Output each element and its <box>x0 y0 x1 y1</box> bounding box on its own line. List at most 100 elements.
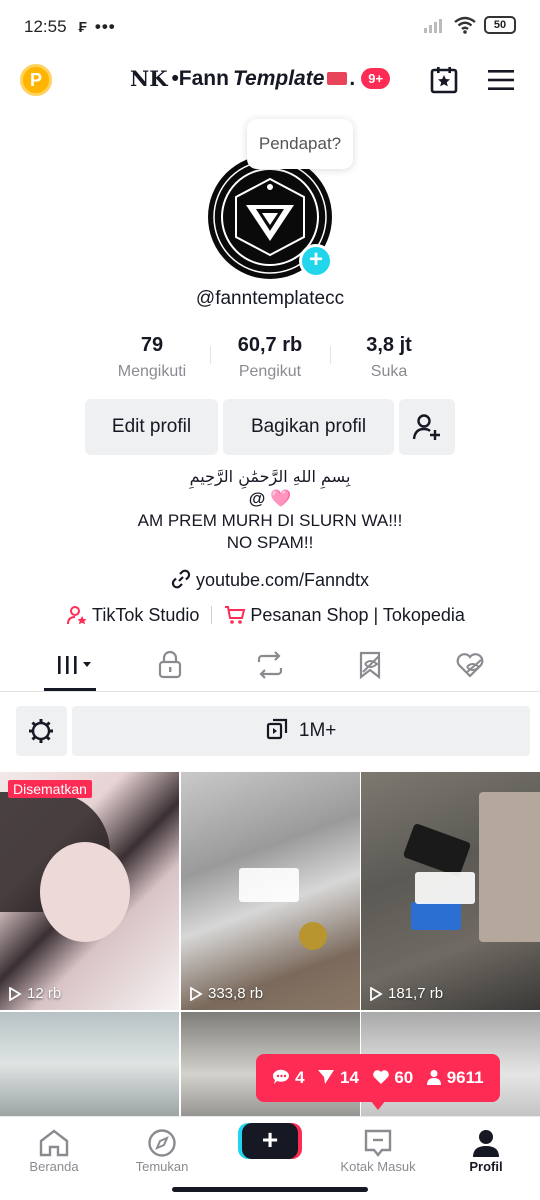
coin-icon[interactable]: P <box>20 64 52 96</box>
tab-reposts[interactable] <box>255 650 285 680</box>
account-badge: 9+ <box>361 68 391 89</box>
status-time: 12:55 <box>24 17 67 36</box>
followers-label: Pengikut <box>238 363 302 380</box>
heart-icon <box>372 1070 389 1084</box>
bio-line: بِسمِ اللهِ الرَّحمَٰنِ الرَّحِيمِ <box>189 467 351 486</box>
profile-link[interactable]: youtube.com/Fanndtx <box>0 569 540 591</box>
play-icon <box>190 986 203 1001</box>
watermark-logo <box>239 868 299 902</box>
likes-label: Suka <box>370 363 408 380</box>
play-icon <box>9 986 22 1001</box>
video-count: 1M+ <box>298 720 337 741</box>
tab-liked[interactable] <box>455 650 485 680</box>
tab-videos[interactable] <box>55 650 95 680</box>
notification-pointer <box>370 1100 386 1110</box>
watermark-logo <box>415 872 475 904</box>
bio-line: @ 🩷 <box>248 489 292 508</box>
tab-private[interactable] <box>155 650 185 680</box>
create-button[interactable]: + <box>242 1123 298 1159</box>
menu-icon[interactable] <box>488 69 514 91</box>
home-indicator[interactable] <box>172 1187 368 1192</box>
bio: بِسمِ اللهِ الرَّحمَٰنِ الرَّحِيمِ @ 🩷 A… <box>0 466 540 554</box>
play-icon <box>370 986 383 1001</box>
following-stat[interactable]: 79 Mengikuti <box>92 334 212 381</box>
comment-icon <box>273 1069 290 1084</box>
following-count: 79 <box>140 334 164 356</box>
creator-links: TikTok Studio Pesanan Shop | Tokopedia <box>66 604 465 626</box>
nav-home-label: Beranda <box>29 1159 79 1174</box>
send-icon <box>318 1070 335 1084</box>
video-count-button[interactable]: 1M+ <box>72 706 530 756</box>
share-profile-button[interactable]: Bagikan profil <box>223 399 394 455</box>
link-text: youtube.com/Fanndtx <box>195 570 370 590</box>
pinned-badge: Disematkan <box>8 780 92 798</box>
video-thumbnail[interactable]: 333,8 rb <box>181 772 360 1010</box>
profile-stats: 79 Mengikuti 60,7 rb Pengikut 3,8 jt Suk… <box>0 334 540 386</box>
nav-home[interactable]: Beranda <box>4 1127 104 1174</box>
nav-profile[interactable]: Profil <box>436 1127 536 1174</box>
studio-icon <box>67 606 87 625</box>
thumbnail-shape <box>40 842 130 942</box>
thumbnail-phone <box>402 822 472 878</box>
ticket-icon <box>327 72 348 85</box>
inbox-icon <box>364 1129 392 1157</box>
nav-discover-label: Temukan <box>135 1159 189 1174</box>
following-label: Mengikuti <box>117 363 187 380</box>
battery-icon: 50 <box>484 16 516 34</box>
video-thumbnail[interactable]: 181,7 rb <box>361 772 540 1010</box>
followers-stat[interactable]: 60,7 rb Pengikut <box>210 334 330 381</box>
opinion-bubble[interactable]: Pendapat? <box>247 119 353 169</box>
nav-inbox[interactable]: Kotak Masuk <box>328 1127 428 1174</box>
bio-line: AM PREM MURH DI SLURN WA!!! <box>137 511 403 530</box>
wifi-icon <box>454 16 476 34</box>
more-notifications-icon: ••• <box>94 17 116 36</box>
status-icons: 50 <box>424 16 516 34</box>
copy-stack-icon <box>266 718 287 740</box>
account-title[interactable]: NK •Fann Template . 9+ <box>130 66 391 91</box>
title-dot: . <box>349 66 356 90</box>
add-user-icon <box>412 414 440 440</box>
likes-count: 3,8 jt <box>366 334 412 356</box>
video-thumbnail[interactable] <box>0 1012 179 1116</box>
calendar-star-icon[interactable] <box>430 66 458 94</box>
status-bar: 12:55 ₣ ••• 50 <box>0 0 540 54</box>
home-icon <box>39 1129 69 1157</box>
followers-count: 60,7 rb <box>237 334 303 356</box>
profile-header: P NK •Fann Template . 9+ <box>0 56 540 106</box>
nav-profile-label: Profil <box>469 1159 503 1174</box>
activity-notification[interactable]: 4 14 60 9611 <box>256 1054 500 1102</box>
thumbnail-object <box>299 922 327 950</box>
tab-saved[interactable] <box>355 650 385 680</box>
title-prefix: NK <box>130 66 168 91</box>
active-tab-indicator <box>44 688 96 691</box>
signal-icon <box>424 19 442 33</box>
edit-profile-button[interactable]: Edit profil <box>85 399 218 455</box>
likes-stat-notif: 60 <box>372 1068 413 1088</box>
settings-icon <box>29 719 53 743</box>
likes-stat[interactable]: 3,8 jt Suka <box>329 334 449 381</box>
cart-icon <box>225 606 246 624</box>
title-fann: •Fann <box>171 66 229 90</box>
compass-icon <box>148 1129 176 1157</box>
tiktok-studio-link[interactable]: TikTok Studio <box>92 605 199 626</box>
shop-orders-link[interactable]: Pesanan Shop | Tokopedia <box>250 605 465 626</box>
thumbnail-screen <box>411 902 461 930</box>
shares-stat: 14 <box>317 1068 359 1088</box>
view-count: 333,8 rb <box>189 985 263 1002</box>
person-icon <box>426 1070 441 1085</box>
add-avatar-button[interactable]: + <box>299 244 333 278</box>
username: @fanntemplatecc <box>195 288 345 309</box>
comments-stat: 4 <box>272 1068 305 1088</box>
nav-discover[interactable]: Temukan <box>112 1127 212 1174</box>
profile-icon <box>473 1130 499 1157</box>
link-divider <box>211 606 213 624</box>
content-tabs <box>0 640 540 692</box>
video-thumbnail[interactable]: Disematkan 12 rb <box>0 772 179 1010</box>
add-friend-button[interactable] <box>399 399 455 455</box>
thumbnail-laptop <box>479 792 540 942</box>
notification-icon: ₣ <box>78 18 87 36</box>
followers-stat-notif: 9611 <box>426 1068 484 1088</box>
view-count: 181,7 rb <box>369 985 443 1002</box>
title-template: Template <box>232 66 325 90</box>
filter-button[interactable] <box>16 706 67 756</box>
